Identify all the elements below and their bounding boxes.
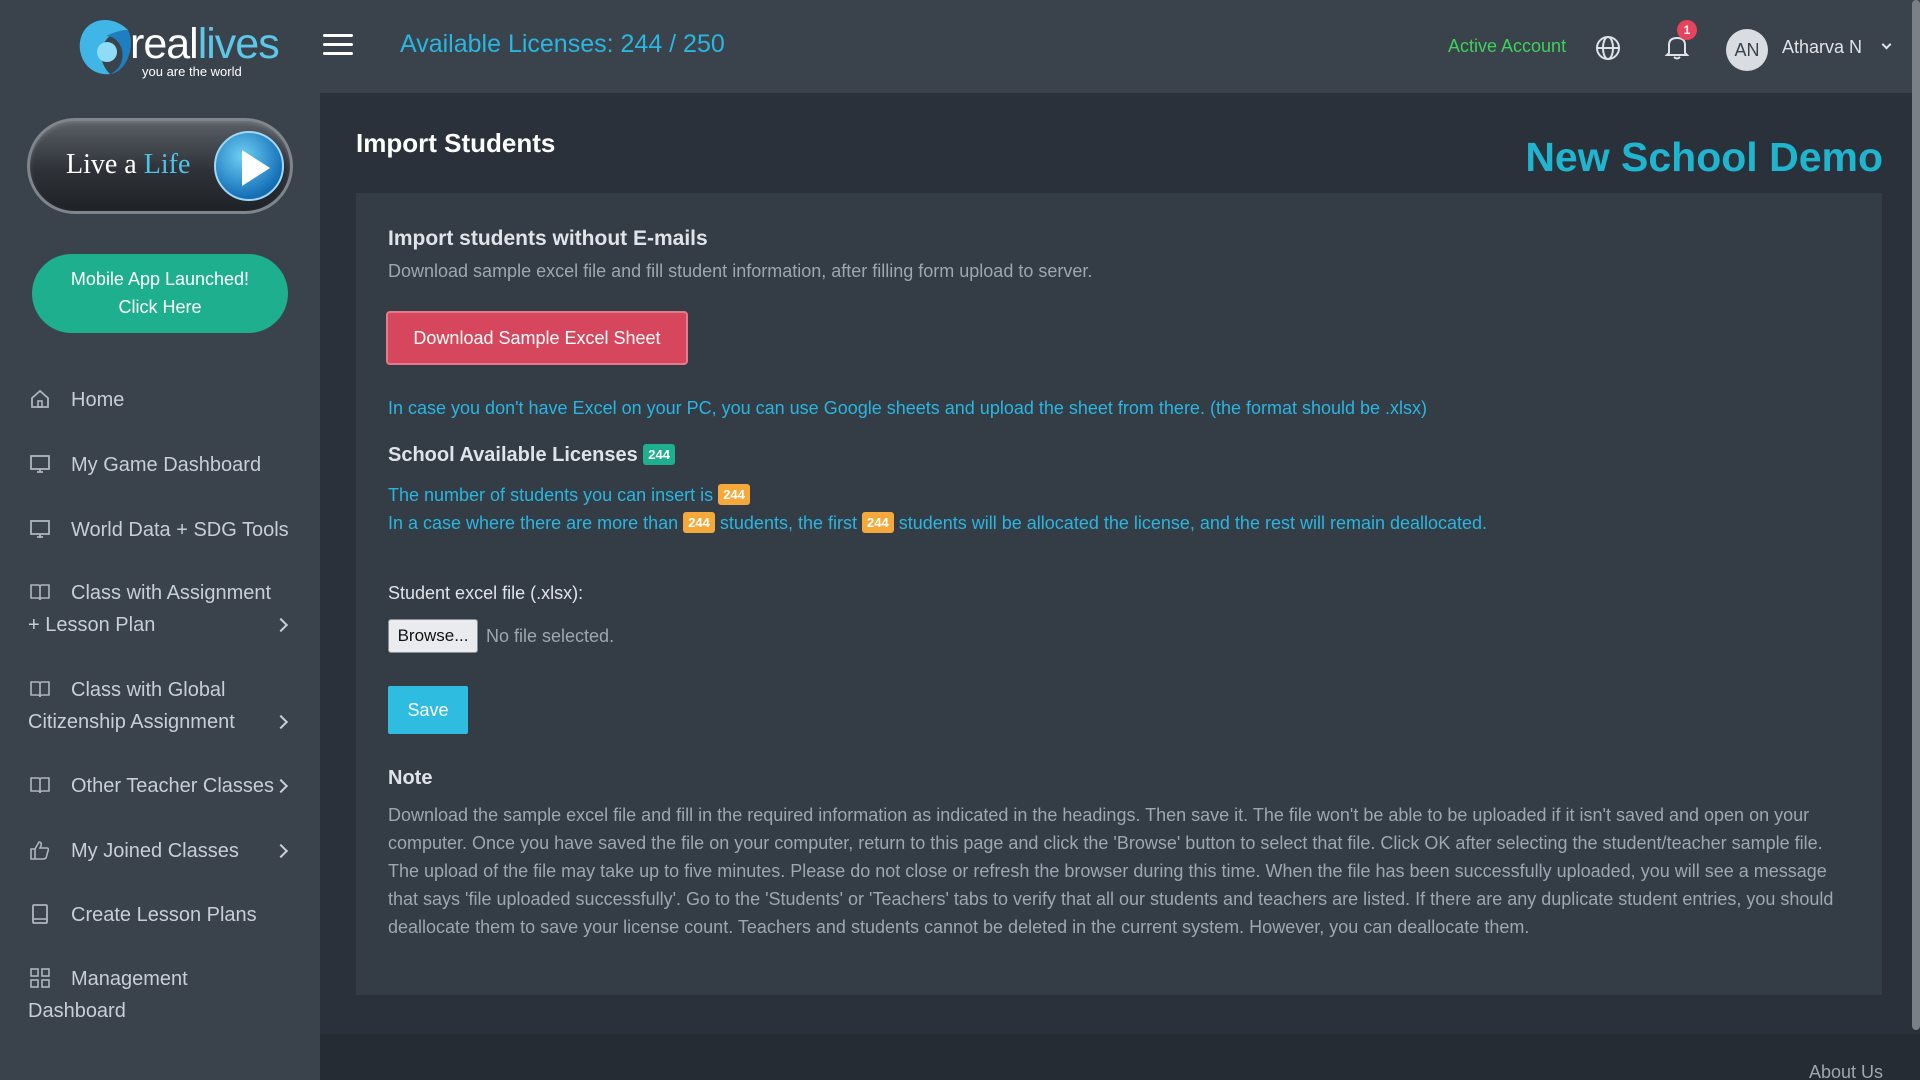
sidebar-item-management-dashboard[interactable]: Management Dashboard (0, 963, 320, 1028)
mobile-app-line1: Mobile App Launched! (70, 269, 250, 289)
thumbs-up-icon (30, 841, 50, 860)
live-a-life-label: Live a Life (66, 149, 191, 180)
book-icon (30, 777, 50, 794)
grid-icon (30, 968, 50, 988)
sidebar-item-world-data[interactable]: World Data + SDG Tools (0, 514, 320, 546)
sidebar-item-label-line1: Class with Global (71, 679, 226, 701)
logo-wordmark: reallives (130, 20, 280, 68)
sidebar-item-other-teacher-classes[interactable]: Other Teacher Classes (0, 770, 320, 802)
save-button[interactable]: Save (388, 686, 468, 734)
monitor-icon (30, 455, 50, 473)
play-icon (214, 131, 284, 201)
live-a-life-button[interactable]: Live a Life (27, 118, 293, 214)
avatar[interactable]: AN (1726, 29, 1768, 71)
globe-icon[interactable] (1594, 34, 1622, 62)
insert-limit-text: The number of students you can insert is… (388, 484, 750, 506)
section-subheading: Download sample excel file and fill stud… (388, 261, 1093, 281)
mobile-app-line2: Click Here (118, 297, 202, 317)
sidebar-item-game-dashboard[interactable]: My Game Dashboard (0, 449, 320, 481)
about-us-link[interactable]: About Us (1809, 1062, 1883, 1080)
count-badge: 244 (862, 512, 894, 533)
logo-tagline: you are the world (142, 64, 242, 79)
allocation-text: In a case where there are more than 244 … (388, 512, 1487, 534)
count-badge: 244 (683, 512, 715, 533)
sidebar-item-create-lesson-plans[interactable]: Create Lesson Plans (0, 899, 320, 931)
note-heading: Note (388, 767, 433, 789)
insert-limit-label: The number of students you can insert is (388, 485, 714, 505)
sidebar-item-label: Create Lesson Plans (71, 904, 257, 926)
sidebar-item-label-line2: Dashboard (28, 1000, 126, 1022)
allocation-text-part2: students, the first (719, 513, 857, 533)
allocation-text-part3: students will be allocated the license, … (898, 513, 1488, 533)
sidebar-item-class-global[interactable]: Class with Global Citizenship Assignment (0, 674, 320, 739)
chevron-down-icon[interactable] (1881, 39, 1892, 50)
page-scrollbar[interactable] (1912, 0, 1920, 1030)
school-licenses-label: School Available Licenses 244 (388, 444, 675, 467)
file-status: No file selected. (486, 626, 615, 646)
count-badge: 244 (718, 484, 750, 505)
top-bar: Available Licenses: 244 / 250 Active Acc… (320, 0, 1920, 93)
reallives-logo[interactable]: reallives you are the world (70, 14, 280, 84)
book-icon (30, 584, 50, 601)
monitor-icon (30, 520, 50, 538)
book-icon (30, 681, 50, 698)
sidebar-item-joined-classes[interactable]: My Joined Classes (0, 835, 320, 867)
sidebar-item-label-line1: Management (71, 968, 188, 990)
footer: About Us (320, 1034, 1920, 1080)
import-card: Import students without E-mails Download… (356, 193, 1882, 995)
hamburger-menu-icon[interactable] (323, 34, 353, 56)
file-input-label: Student excel file (.xlsx): (388, 583, 584, 603)
licenses-label-text: School Available Licenses (388, 444, 638, 466)
sidebar-item-class-assignment[interactable]: Class with Assignment + Lesson Plan (0, 577, 320, 642)
page-title: Import Students (356, 128, 556, 158)
licenses-badge: 244 (643, 444, 675, 465)
browse-button[interactable]: Browse... (388, 619, 478, 653)
home-icon (31, 389, 49, 408)
sidebar-item-label: World Data + SDG Tools (71, 519, 289, 541)
download-sample-button[interactable]: Download Sample Excel Sheet (386, 311, 688, 365)
sidebar-item-label: Home (71, 389, 125, 411)
note-body: Download the sample excel file and fill … (388, 805, 1834, 937)
sidebar-item-home[interactable]: Home (0, 384, 320, 416)
available-licenses: Available Licenses: 244 / 250 (400, 30, 725, 58)
school-name: New School Demo (1525, 134, 1883, 180)
sidebar-item-label-line1: Class with Assignment (71, 582, 272, 604)
sidebar-item-label: My Game Dashboard (71, 454, 262, 476)
sidebar: reallives you are the world Live a Life … (0, 0, 320, 1080)
mobile-app-button[interactable]: Mobile App Launched! Click Here (32, 254, 288, 333)
logo-mark-icon (79, 20, 131, 75)
excel-info-text: In case you don't have Excel on your PC,… (388, 398, 1428, 418)
section-heading: Import students without E-mails (388, 227, 708, 250)
account-status: Active Account (1448, 36, 1567, 56)
notification-badge: 1 (1677, 20, 1697, 40)
allocation-text-part1: In a case where there are more than (388, 513, 679, 533)
book-open-icon (32, 904, 48, 924)
user-name[interactable]: Atharva N (1782, 37, 1862, 58)
